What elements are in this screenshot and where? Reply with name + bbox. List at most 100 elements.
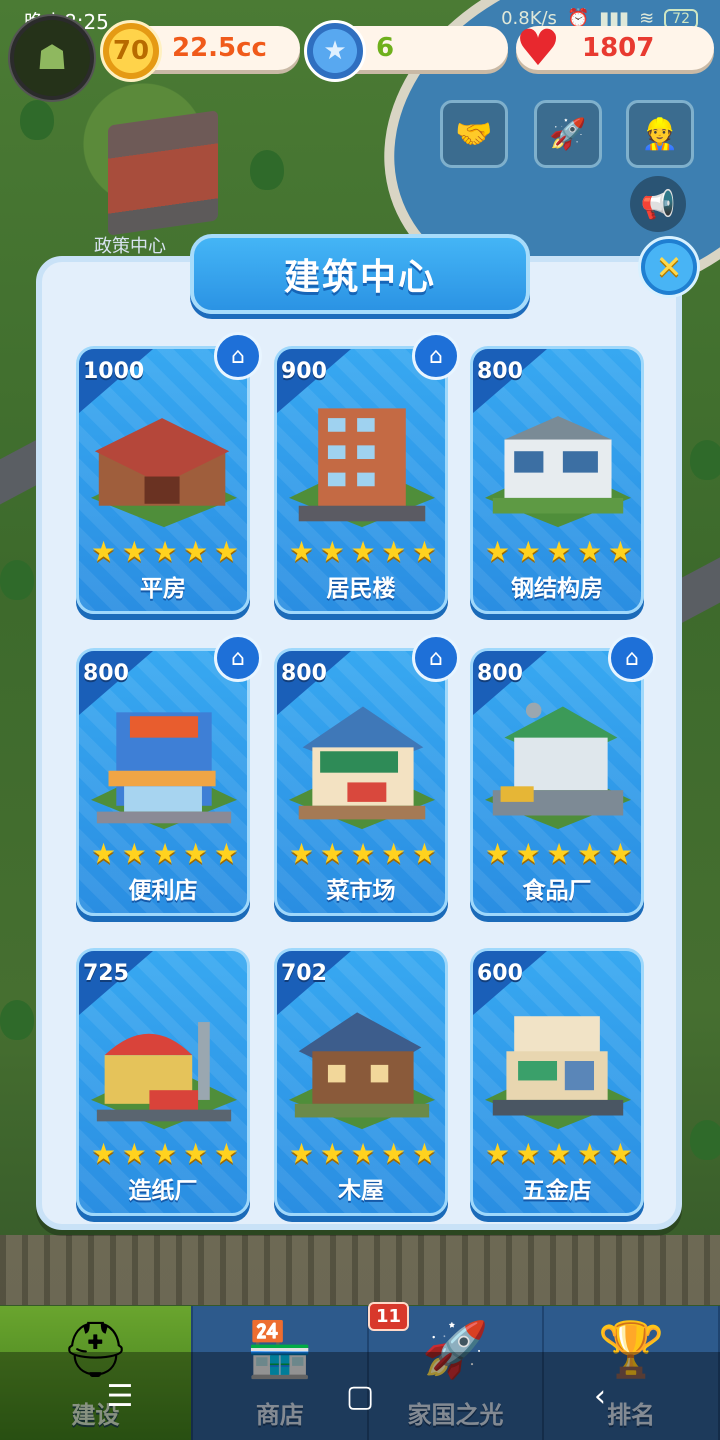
building-card[interactable]: 600 ★ ★ ★ ★ ★ 五金店 — [470, 948, 644, 1216]
building-card[interactable]: 800 ★ ★ ★ ★ ★ 便利店 — [76, 648, 250, 916]
megaphone-button[interactable]: 📢 — [630, 176, 686, 232]
star-icon: ★ — [152, 1137, 178, 1170]
building-name: 食品厂 — [522, 878, 592, 904]
close-button[interactable]: ✕ — [638, 236, 700, 298]
steel-house-illustration — [485, 416, 631, 528]
heart-icon: ♥ — [515, 19, 561, 77]
star-icon: ★ — [91, 837, 117, 870]
star-icon: ★ — [289, 837, 315, 870]
home-icon[interactable]: ⌂ — [608, 634, 656, 682]
star-icon: ★ — [319, 837, 345, 870]
home-icon[interactable]: ⌂ — [214, 332, 262, 380]
rocket-button[interactable]: 🚀 — [534, 100, 602, 168]
player-avatar[interactable]: ☗ — [10, 16, 94, 100]
heart-counter[interactable]: ♥ 1807 — [516, 19, 714, 77]
building-name: 平房 — [140, 576, 186, 602]
star-icon: ★ — [515, 837, 541, 870]
food-factory-illustration — [485, 702, 631, 830]
building-card[interactable]: 900 ★ ★ ★ ★ ★ 居民楼 — [274, 346, 448, 614]
star-icon: ★ — [319, 1137, 345, 1170]
heart-value: 1807 — [582, 33, 655, 63]
system-nav-bar: ☰ ▢ ‹ — [0, 1352, 720, 1440]
worker-button[interactable]: 👷 — [626, 100, 694, 168]
building-name: 钢结构房 — [511, 576, 603, 602]
handshake-icon: 🤝 — [455, 116, 493, 152]
star-rating: ★ ★ ★ ★ ★ — [91, 535, 239, 568]
star-icon: ★ — [546, 1137, 572, 1170]
home-icon[interactable]: ⌂ — [412, 332, 460, 380]
building-card[interactable]: 1000 ★ ★ ★ ★ ★ 平房 — [76, 346, 250, 614]
tree — [690, 440, 720, 480]
handshake-button[interactable]: 🤝 — [440, 100, 508, 168]
hardware-store-illustration — [485, 1016, 631, 1130]
star-icon: ★ — [350, 1137, 376, 1170]
star-icon: ★ — [515, 1137, 541, 1170]
star-icon: ★ — [152, 535, 178, 568]
building-price: 702 — [281, 961, 327, 986]
policy-center-label: 政策中心 — [94, 236, 166, 257]
building-card[interactable]: 725 ★ ★ ★ ★ ★ 造纸厂 — [76, 948, 250, 1216]
building-price: 725 — [83, 961, 129, 986]
menu-icon[interactable]: ☰ — [90, 1379, 150, 1414]
star-rating: ★ ★ ★ ★ ★ — [91, 837, 239, 870]
star-icon: ★ — [381, 1137, 407, 1170]
star-icon: ★ — [577, 1137, 603, 1170]
building-price: 800 — [477, 359, 523, 384]
tree — [250, 150, 284, 190]
star-icon: ★ — [121, 1137, 147, 1170]
building-card[interactable]: 702 ★ ★ ★ ★ ★ 木屋 — [274, 948, 448, 1216]
star-icon: ★ — [289, 535, 315, 568]
building-name: 造纸厂 — [128, 1178, 198, 1204]
coin-counter[interactable]: 70 22.5cc — [100, 20, 300, 82]
building-name: 便利店 — [128, 878, 198, 904]
star-icon: ★ — [485, 1137, 511, 1170]
coin-icon: 70 — [100, 20, 162, 82]
back-icon[interactable]: ‹ — [570, 1379, 630, 1414]
policy-center-building[interactable] — [108, 110, 218, 236]
star-icon: ★ — [411, 837, 437, 870]
star-icon: ★ — [152, 837, 178, 870]
building-card[interactable]: 800 ★ ★ ★ ★ ★ 菜市场 — [274, 648, 448, 916]
star-icon: ★ — [485, 837, 511, 870]
megaphone-icon: 📢 — [640, 187, 676, 221]
courtyard-house-illustration — [91, 418, 237, 528]
star-icon: ★ — [381, 535, 407, 568]
star-icon: ★ — [411, 1137, 437, 1170]
star-icon: ★ — [183, 535, 209, 568]
star-icon: ★ — [546, 535, 572, 568]
star-icon: ★ — [213, 837, 239, 870]
star-rating: ★ ★ ★ ★ ★ — [289, 535, 437, 568]
home-icon[interactable]: ⌂ — [214, 634, 262, 682]
building-name: 五金店 — [522, 1178, 592, 1204]
building-price: 800 — [281, 661, 327, 686]
star-value: 6 — [376, 33, 395, 63]
convenience-store-illustration — [91, 712, 237, 830]
tree — [20, 100, 54, 140]
rocket-icon: 🚀 — [549, 116, 587, 152]
star-icon: ★ — [546, 837, 572, 870]
star-icon: ★ — [577, 837, 603, 870]
home-icon[interactable]: ▢ — [330, 1379, 390, 1414]
star-icon: ★ — [91, 535, 117, 568]
coin-value: 22.5cc — [172, 33, 267, 63]
star-rating: ★ ★ ★ ★ ★ — [91, 1137, 239, 1170]
star-rating: ★ ★ ★ ★ ★ — [485, 837, 633, 870]
home-icon[interactable]: ⌂ — [412, 634, 460, 682]
star-icon: ★ — [350, 535, 376, 568]
building-card[interactable]: 800 ★ ★ ★ ★ ★ 钢结构房 — [470, 346, 644, 614]
star-icon: ★ — [411, 535, 437, 568]
star-icon: ★ — [121, 535, 147, 568]
tree — [690, 1120, 720, 1160]
building-price: 600 — [477, 961, 523, 986]
building-card[interactable]: 800 ★ ★ ★ ★ ★ 食品厂 — [470, 648, 644, 916]
building-price: 900 — [281, 359, 327, 384]
star-rating: ★ ★ ★ ★ ★ — [289, 1137, 437, 1170]
star-icon: ★ — [577, 535, 603, 568]
worker-icon: 👷 — [641, 116, 679, 152]
star-icon: ★ — [183, 1137, 209, 1170]
star-counter[interactable]: ★ 6 — [304, 20, 508, 82]
star-icon: ★ — [319, 535, 345, 568]
star-icon: ★ — [607, 837, 633, 870]
star-icon: ★ — [213, 1137, 239, 1170]
wooden-house-illustration — [289, 1012, 435, 1130]
